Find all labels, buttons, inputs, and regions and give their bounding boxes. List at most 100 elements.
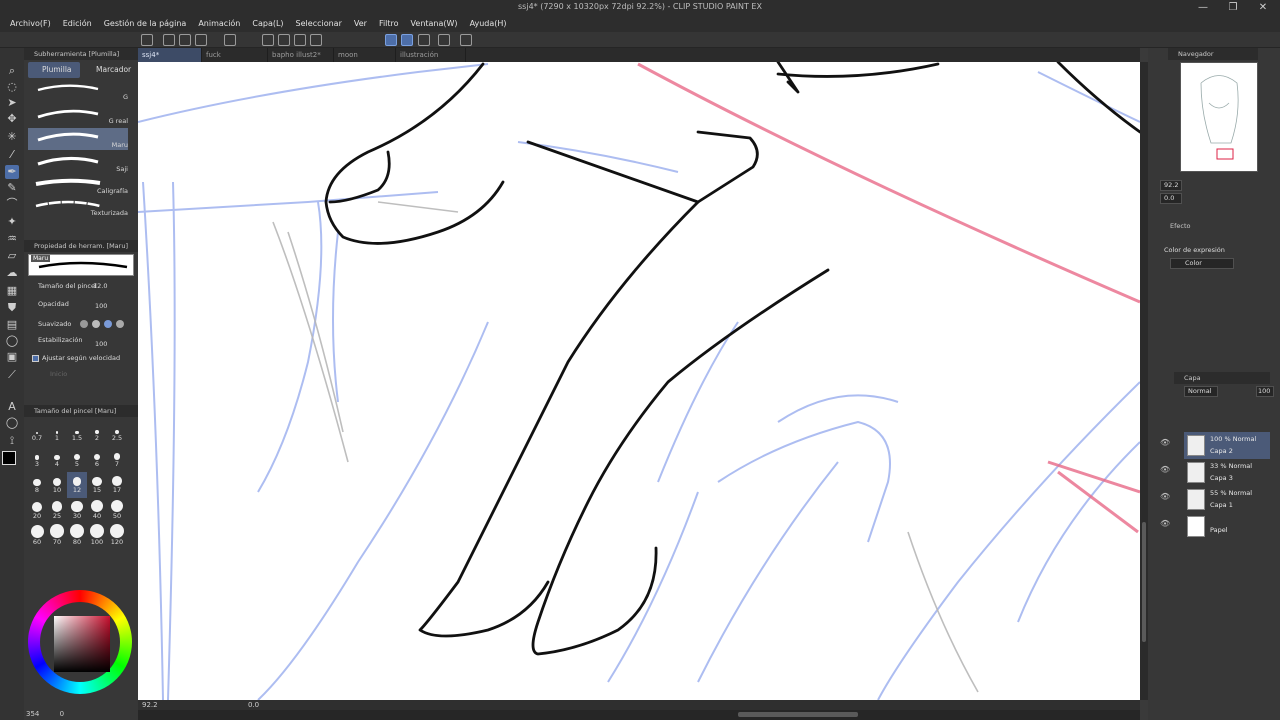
smoothing-row[interactable]: Suavizado [38,320,144,336]
brush-item-selected[interactable]: Maru [28,128,128,150]
brush-size-cell[interactable]: 100 [87,524,107,550]
velocity-checkbox[interactable] [32,354,39,362]
airbrush-tool-icon[interactable]: ✦ [5,215,19,229]
eraser-tool-icon[interactable]: ▱ [5,249,19,263]
brush-size-cell[interactable]: 15 [87,472,107,498]
menu-archivo[interactable]: Archivo(F) [0,16,57,28]
brush-size-cell[interactable]: 120 [107,524,127,550]
gradient-fill-icon[interactable]: ▤ [5,318,19,332]
blend-mode-select[interactable]: Normal [1184,386,1218,397]
brush-item[interactable]: Saji [28,152,128,174]
vertical-scrollbar[interactable] [1140,62,1148,700]
tab-bapho[interactable]: bapho illust2* [268,48,334,62]
pencil-tool-icon[interactable]: ✎ [5,181,19,195]
stabilization-value[interactable]: 100 [95,340,107,348]
layer-visibility-icon[interactable]: 👁 [1160,465,1170,475]
stabilization-row[interactable]: Estabilización 100 [38,336,144,352]
drawing-canvas[interactable] [138,62,1140,700]
horizontal-scroll-thumb[interactable] [738,712,858,717]
lasso-tool-icon[interactable]: ◌ [5,80,19,94]
layer-row-capa2[interactable]: 100 % Normal Capa 2 [1184,432,1270,459]
brush-size-value[interactable]: 12.0 [93,282,107,290]
tab-moon[interactable]: moon [334,48,396,62]
brush-size-cell[interactable]: 80 [67,524,87,550]
text-tool-icon[interactable]: A [5,400,19,414]
expression-color-select[interactable]: Color [1170,258,1234,269]
fill-icon[interactable] [294,34,306,46]
brush-size-cell[interactable]: 10 [47,472,67,498]
layer-row-capa3[interactable]: 33 % Normal Capa 3 [1184,459,1270,486]
record-icon[interactable] [460,34,472,46]
operation-tool-icon[interactable]: ➤ [5,96,19,110]
main-color-swatch[interactable] [2,451,16,465]
brush-size-cell[interactable]: 0.7 [27,420,47,446]
fill-tool-icon[interactable]: ⛊ [5,301,19,315]
menu-gestion-pagina[interactable]: Gestión de la página [98,16,193,28]
brush-size-cell[interactable]: 8 [27,472,47,498]
layer-settings-icon[interactable] [438,34,450,46]
snap-special-ruler-icon[interactable] [401,34,413,46]
menu-filtro[interactable]: Filtro [373,16,405,28]
brush-size-cell[interactable]: 12 [67,472,87,498]
new-file-icon[interactable] [163,34,175,46]
navigator-zoom-field[interactable]: 92.2 [1160,180,1182,191]
opacity-row[interactable]: Opacidad 100 [38,300,144,316]
balloon-tool-icon[interactable]: ◯ [5,416,19,430]
tab-ilustracion[interactable]: illustración [396,48,466,62]
zoom-readout[interactable]: 92.2 [142,700,158,710]
brush-size-cell[interactable]: 60 [27,524,47,550]
layer-row-papel[interactable]: Papel [1184,513,1270,540]
correct-line-tool-icon[interactable]: ⟟ [5,434,19,448]
open-file-icon[interactable] [141,34,153,46]
transform-icon[interactable] [310,34,322,46]
brush-size-row[interactable]: Tamaño del pincel 12.0 [38,282,144,298]
brush-size-cell[interactable]: 25 [47,498,67,524]
brush-size-cell[interactable]: 20 [27,498,47,524]
saturation-value-square[interactable] [54,616,110,672]
brush-size-cell[interactable]: 5 [67,446,87,472]
menu-ayuda[interactable]: Ayuda(H) [464,16,513,28]
gradient-tool-icon[interactable]: ▦ [5,284,19,298]
brush-item[interactable]: Texturizada [28,196,128,218]
brush-item[interactable]: Caligrafía [28,174,128,196]
decoration-tool-icon[interactable]: ♒ [5,232,19,246]
brush-size-cell[interactable]: 2.5 [107,420,127,446]
tab-plumilla[interactable]: Plumilla [28,62,80,78]
brush-tool-icon[interactable]: ⌒ [5,197,19,211]
brush-size-cell[interactable]: 70 [47,524,67,550]
menu-animacion[interactable]: Animación [192,16,246,28]
open-icon[interactable] [179,34,191,46]
brush-size-cell[interactable]: 1.5 [67,420,87,446]
figure-tool-icon[interactable]: ◯ [5,334,19,348]
eyedropper-tool-icon[interactable]: ⁄ [5,148,19,162]
blend-tool-icon[interactable]: ☁ [5,266,19,280]
layer-opacity-field[interactable]: 100 [1256,386,1274,397]
brush-size-cell[interactable]: 17 [107,472,127,498]
brush-size-cell[interactable]: 30 [67,498,87,524]
tab-fuck[interactable]: fuck [202,48,268,62]
snap-ruler-icon[interactable] [385,34,397,46]
opacity-value[interactable]: 100 [95,302,107,310]
menu-ventana[interactable]: Ventana(W) [405,16,464,28]
clear-selection-icon[interactable] [262,34,274,46]
cut-icon[interactable] [278,34,290,46]
menu-seleccionar[interactable]: Seleccionar [290,16,348,28]
snap-grid-icon[interactable] [418,34,430,46]
brush-size-cell[interactable]: 1 [47,420,67,446]
menu-edicion[interactable]: Edición [57,16,98,28]
brush-size-cell[interactable]: 7 [107,446,127,472]
save-icon[interactable] [195,34,207,46]
velocity-row[interactable]: Ajustar según velocidad [32,354,138,370]
tab-marcador[interactable]: Marcador [82,62,134,78]
brush-size-cell[interactable]: 4 [47,446,67,472]
brush-item[interactable]: G real [28,104,128,126]
brush-size-cell[interactable]: 40 [87,498,107,524]
navigator-rotation-field[interactable]: 0.0 [1160,193,1182,204]
zoom-tool-icon[interactable]: ⌕ [5,64,19,78]
frame-tool-icon[interactable]: ▣ [5,350,19,364]
pen-tool-icon[interactable]: ✒ [5,165,19,179]
menu-ver[interactable]: Ver [348,16,373,28]
close-button[interactable]: ✕ [1248,0,1278,16]
layer-visibility-icon[interactable]: 👁 [1160,519,1170,529]
menu-capa[interactable]: Capa(L) [246,16,289,28]
